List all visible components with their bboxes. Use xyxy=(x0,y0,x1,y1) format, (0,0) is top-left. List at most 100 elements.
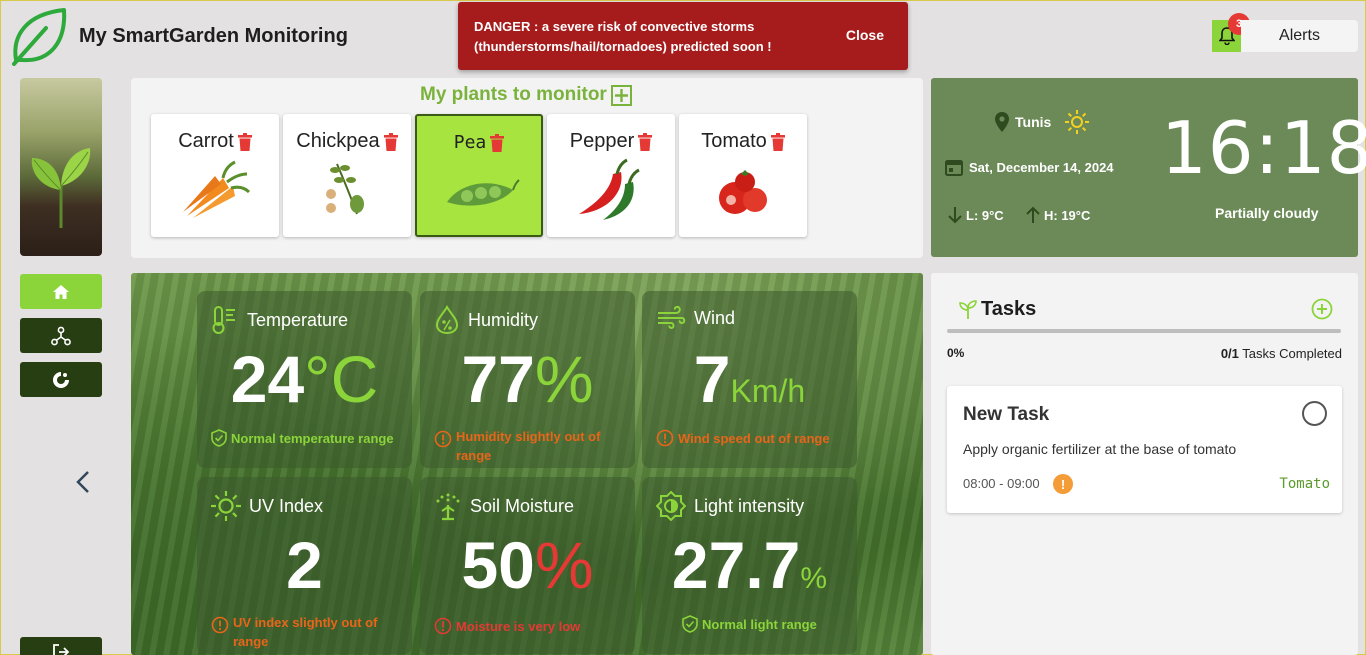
sun-icon xyxy=(1065,110,1090,134)
warning-circle-icon xyxy=(211,616,229,634)
tasks-completed-number: 0/1 xyxy=(1220,346,1239,361)
weather-panel: Tunis Sat, December 14, 2024 L: 9°C H: 1… xyxy=(931,78,1366,257)
tasks-progress-percent: 0% xyxy=(947,346,965,360)
nav-network-button[interactable] xyxy=(20,318,102,353)
wind-status: Wind speed out of range xyxy=(656,429,849,448)
humidity-number: 77 xyxy=(461,342,535,416)
arrow-down-icon xyxy=(948,207,962,224)
pea-icon xyxy=(447,179,520,206)
brightness-icon xyxy=(656,491,686,521)
wind-label: Wind xyxy=(694,307,736,328)
network-icon xyxy=(51,326,71,345)
soil-moisture-header: Soil Moisture xyxy=(434,491,574,521)
alerts-button[interactable]: Alerts xyxy=(1241,20,1358,52)
sprinkler-icon xyxy=(436,493,460,521)
weather-condition: Partially cloudy xyxy=(1215,205,1319,221)
plant-name: Chickpea xyxy=(283,130,411,153)
wind-number: 7 xyxy=(693,342,731,416)
tasks-panel: Tasks 0% 0/1 Tasks Completed New Task Ap… xyxy=(931,273,1358,655)
temperature-header: Temperature xyxy=(211,305,348,335)
thermometer-icon xyxy=(212,306,235,334)
trash-icon[interactable] xyxy=(638,132,653,151)
humidity-value: 77% xyxy=(420,341,635,417)
leaf-logo-icon xyxy=(12,8,67,66)
uv-index-status: UV index slightly out of range xyxy=(211,613,404,651)
plants-title-text: My plants to monitor xyxy=(420,84,607,105)
seedling-photo xyxy=(20,78,102,256)
task-priority-icon: ! xyxy=(1053,474,1073,494)
danger-close-button[interactable]: Close xyxy=(846,27,884,43)
warning-circle-icon xyxy=(434,430,452,448)
trash-icon[interactable] xyxy=(490,133,505,152)
plant-name-text: Carrot xyxy=(178,130,234,152)
home-icon xyxy=(53,284,69,299)
nav-home-button[interactable] xyxy=(20,274,102,309)
trash-icon[interactable] xyxy=(383,132,398,151)
tasks-completed-suffix: Tasks Completed xyxy=(1238,346,1342,361)
plant-name: Pea xyxy=(417,132,541,153)
nav-plant-button[interactable] xyxy=(20,362,102,397)
soil-moisture-number: 50 xyxy=(461,528,535,602)
tasks-progress-bar xyxy=(947,329,1341,333)
plant-card-pea[interactable]: Pea xyxy=(415,114,543,237)
weather-high: H: 19°C xyxy=(1025,206,1090,224)
app-title: My SmartGarden Monitoring xyxy=(79,25,348,47)
task-card[interactable]: New Task Apply organic fertilizer at the… xyxy=(947,386,1342,513)
plant-card-chickpea[interactable]: Chickpea xyxy=(283,114,411,237)
uv-sun-icon xyxy=(211,491,241,521)
uv-index-number: 2 xyxy=(286,528,323,602)
danger-alert-banner: DANGER : a severe risk of convective sto… xyxy=(458,2,908,70)
humidity-card: Humidity 77% Humidity slightly out of ra… xyxy=(420,291,635,468)
plant-card-pepper[interactable]: Pepper xyxy=(547,114,675,237)
plant-name-text: Chickpea xyxy=(296,130,380,152)
light-intensity-card: Light intensity 27.7% Normal light range xyxy=(642,477,857,654)
weather-clock: 16:18 xyxy=(1161,106,1366,190)
trash-icon[interactable] xyxy=(770,132,785,151)
light-intensity-status-text: Normal light range xyxy=(702,617,817,632)
weather-low-text: L: 9°C xyxy=(966,207,1004,223)
danger-alert-message: DANGER : a severe risk of convective sto… xyxy=(474,19,772,54)
plant-name: Pepper xyxy=(547,130,675,153)
task-plant-tag: Tomato xyxy=(1279,476,1330,492)
nav-logout-button[interactable] xyxy=(20,637,102,655)
light-intensity-header: Light intensity xyxy=(656,491,804,521)
humidity-unit: % xyxy=(534,342,594,416)
tomato-icon xyxy=(719,170,767,214)
collapse-sidebar-chevron-icon[interactable] xyxy=(72,468,96,496)
task-complete-checkbox[interactable] xyxy=(1302,401,1327,426)
plant-name-text: Tomato xyxy=(701,130,767,152)
light-intensity-number: 27.7 xyxy=(671,528,801,602)
temperature-value: 24°C xyxy=(197,341,412,417)
uv-index-card: UV Index 2 UV index slightly out of rang… xyxy=(197,477,412,654)
plant-card-tomato[interactable]: Tomato xyxy=(679,114,807,237)
tasks-title-text: Tasks xyxy=(981,298,1037,320)
humidity-status-text: Humidity slightly out of range xyxy=(456,429,601,463)
soil-moisture-value: 50% xyxy=(420,527,635,603)
temperature-number: 24 xyxy=(230,342,305,416)
plant-name: Tomato xyxy=(679,130,807,153)
plus-icon xyxy=(614,88,628,102)
add-task-plus-circle-icon[interactable] xyxy=(1311,298,1333,320)
light-intensity-status: Normal light range xyxy=(682,615,849,634)
task-time: 08:00 - 09:00 xyxy=(963,476,1040,491)
calendar-icon xyxy=(945,160,963,176)
trash-icon[interactable] xyxy=(237,132,252,151)
temperature-status-text: Normal temperature range xyxy=(231,431,394,446)
temperature-label: Temperature xyxy=(247,309,349,330)
arrow-up-icon xyxy=(1026,206,1040,223)
plant-name: Carrot xyxy=(151,130,279,153)
wind-header: Wind xyxy=(656,305,735,331)
wind-unit: Km/h xyxy=(730,373,806,409)
plant-card-carrot[interactable]: Carrot xyxy=(151,114,279,237)
task-description: Apply organic fertilizer at the base of … xyxy=(963,441,1237,457)
humidity-label: Humidity xyxy=(468,309,539,330)
uv-index-value: 2 xyxy=(197,527,412,603)
shield-check-icon xyxy=(682,615,698,633)
temperature-unit: °C xyxy=(304,342,379,416)
sensor-metrics-panel: Temperature 24°C Normal temperature rang… xyxy=(131,273,923,655)
add-plant-button[interactable] xyxy=(610,84,632,106)
soil-moisture-unit: % xyxy=(534,528,594,602)
soil-moisture-label: Soil Moisture xyxy=(470,495,575,516)
wind-status-text: Wind speed out of range xyxy=(678,431,830,446)
uv-index-label: UV Index xyxy=(249,495,324,516)
